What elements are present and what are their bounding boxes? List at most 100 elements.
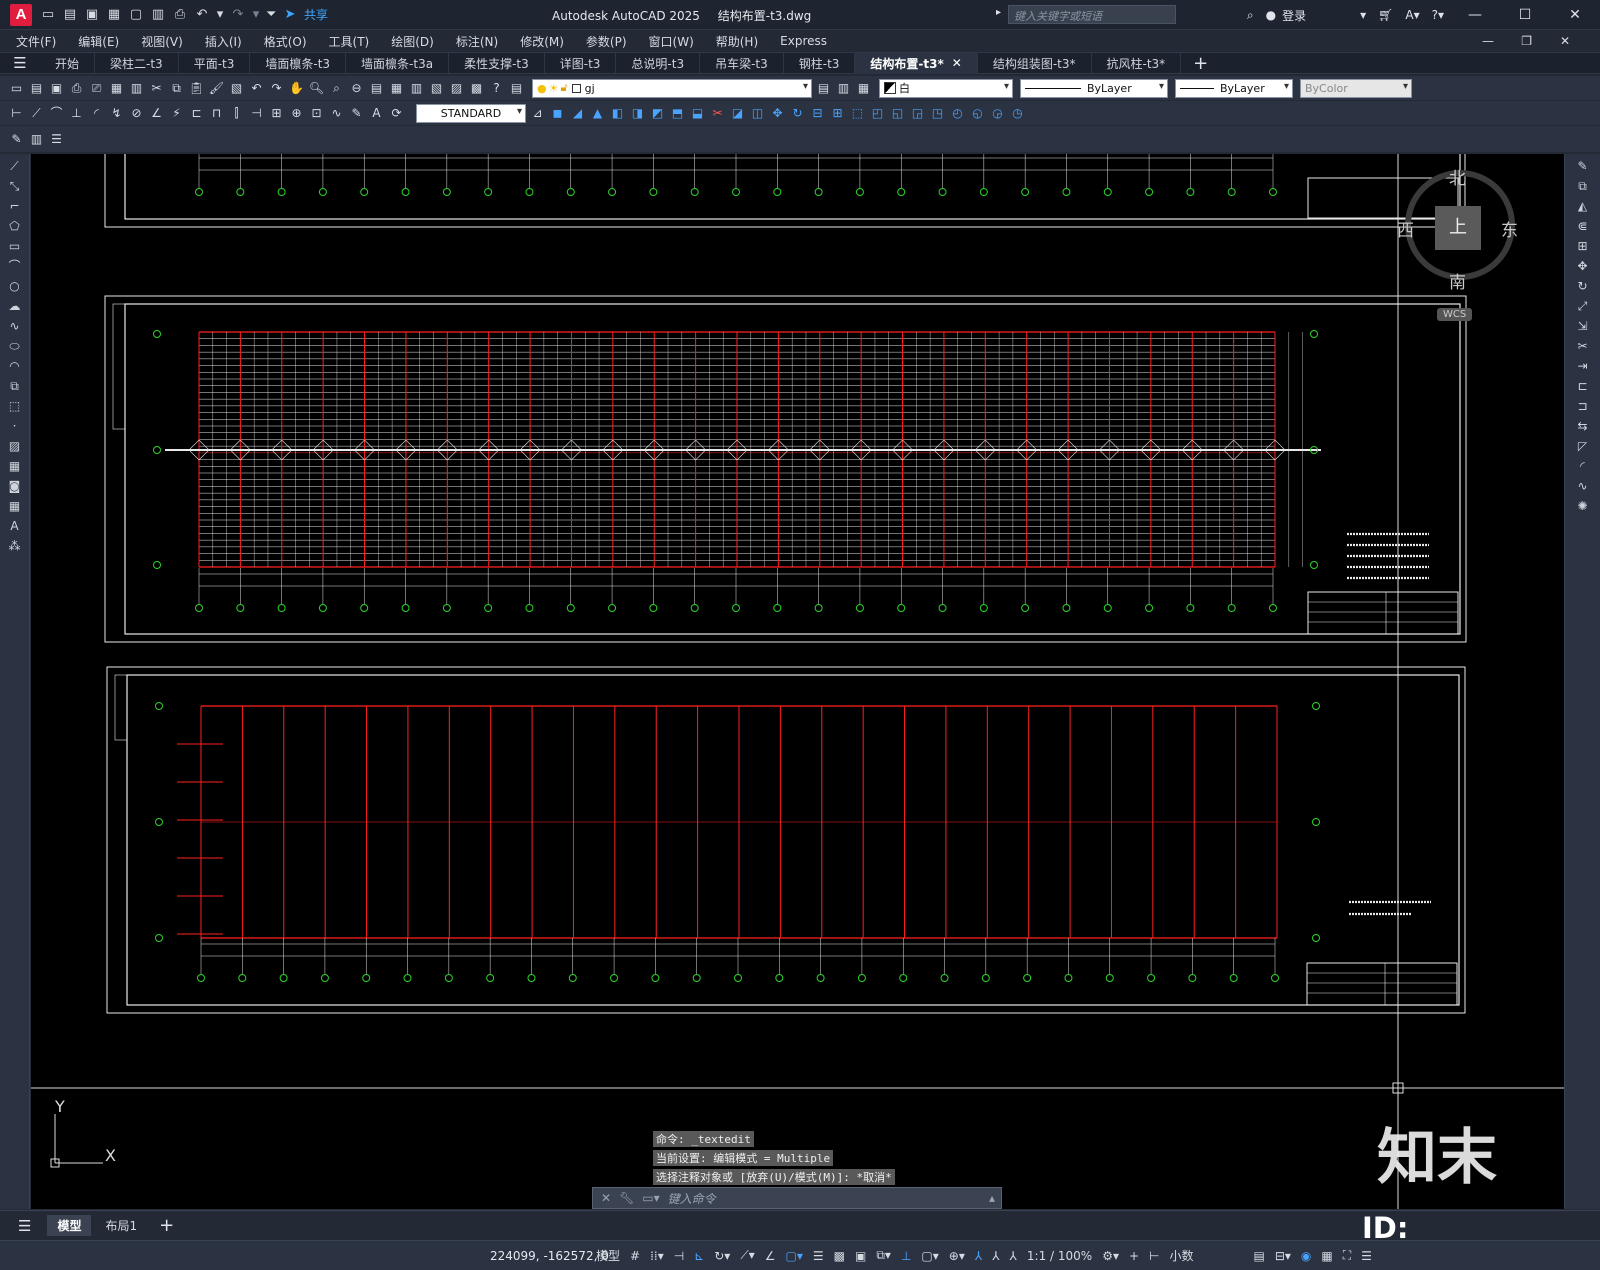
maximize-button[interactable]: ☐ xyxy=(1506,7,1544,23)
separate-icon[interactable]: ◲ xyxy=(909,105,926,122)
cart-icon[interactable]: 🛒︎ xyxy=(1378,8,1393,22)
baseline-dim-icon[interactable]: ⊏ xyxy=(188,105,205,122)
ellipse-icon[interactable]: ⬭ xyxy=(7,338,23,354)
save-as-icon[interactable]: ▦ xyxy=(106,7,122,23)
3d-wedge-icon[interactable]: ◢ xyxy=(569,105,586,122)
layer-previous-icon[interactable]: ▥ xyxy=(835,80,852,97)
3d-box-icon[interactable]: ◼ xyxy=(549,105,566,122)
make-block-icon[interactable]: ⬚ xyxy=(7,398,23,414)
hardware-acceleration-icon[interactable]: ▦ xyxy=(1321,1249,1332,1263)
search-expand-icon[interactable]: ▸ xyxy=(996,7,1001,18)
object-snap-tracking-icon[interactable]: ∠ xyxy=(765,1249,776,1263)
section-icon[interactable]: ◪ xyxy=(729,105,746,122)
clean-screen-icon[interactable]: ⛶ xyxy=(1343,1248,1351,1263)
stretch-icon[interactable]: ⇲ xyxy=(1575,318,1591,334)
menu-help[interactable]: 帮助(H) xyxy=(716,33,758,50)
dynamic-ucs-icon[interactable]: ⊥ xyxy=(901,1249,911,1263)
pan-icon[interactable]: ✋ xyxy=(288,80,305,97)
zoom-window-icon[interactable]: ⌕ xyxy=(328,80,345,97)
trim-icon[interactable]: ✂ xyxy=(1575,338,1591,354)
menu-insert[interactable]: 插入(I) xyxy=(205,33,242,50)
3d-align-icon[interactable]: ⊟ xyxy=(809,105,826,122)
wcs-menu[interactable]: WCS xyxy=(1437,308,1473,321)
selection-filter-icon[interactable]: ▢▾ xyxy=(921,1249,938,1263)
chamfer-icon[interactable]: ◸ xyxy=(1575,438,1591,454)
new-layout-plus-icon[interactable]: + xyxy=(159,1215,174,1236)
units-value[interactable]: 小数 xyxy=(1169,1247,1193,1264)
ortho-icon[interactable]: ⊾ xyxy=(694,1249,704,1263)
linear-dim-icon[interactable]: ⊢ xyxy=(8,105,25,122)
login-link[interactable]: 登录 xyxy=(1282,7,1306,24)
tab-file[interactable]: 钢柱-t3 xyxy=(784,52,856,74)
object-snap-icon[interactable]: ▢▾ xyxy=(786,1249,803,1263)
arc-length-icon[interactable]: ⌒ xyxy=(48,105,65,122)
blend-icon[interactable]: ∿ xyxy=(1575,478,1591,494)
undo-icon[interactable]: ↶ xyxy=(194,7,210,23)
break-at-point-icon[interactable]: ⊏ xyxy=(1575,378,1591,394)
layout-menu-icon[interactable]: ☰ xyxy=(18,1217,31,1235)
design-center-icon[interactable]: ▦ xyxy=(388,80,405,97)
lock-ui-icon[interactable]: ⊟▾ xyxy=(1275,1249,1291,1263)
color-dropdown[interactable]: 白 ▾ xyxy=(879,78,1013,98)
inspection-icon[interactable]: ⊡ xyxy=(308,105,325,122)
menu-parametric[interactable]: 参数(P) xyxy=(586,33,627,50)
layers-icon[interactable]: ☰ xyxy=(48,131,65,148)
zoom-previous-icon[interactable]: ⊖ xyxy=(348,80,365,97)
tab-file-active[interactable]: 结构布置-t3* ✕ xyxy=(855,52,978,74)
menu-file[interactable]: 文件(F) xyxy=(16,33,56,50)
make-current-layer-icon[interactable]: ▤ xyxy=(815,80,832,97)
diameter-dim-icon[interactable]: ⊘ xyxy=(128,105,145,122)
web-mobile-open-icon[interactable]: ▢ xyxy=(128,7,144,23)
isodraft-icon[interactable]: ⟋▾ xyxy=(740,1248,754,1263)
dim-update-icon[interactable]: ⟳ xyxy=(388,105,405,122)
3d-cone-icon[interactable]: ▲ xyxy=(589,105,606,122)
scale-icon[interactable]: ⤢ xyxy=(1575,298,1591,314)
annotation-scale-icon[interactable]: ⅄ xyxy=(1010,1249,1017,1263)
command-customize-icon[interactable]: 🔧︎ xyxy=(619,1191,634,1205)
imprint-icon[interactable]: ◵ xyxy=(969,105,986,122)
presspull-icon[interactable]: ⬚ xyxy=(849,105,866,122)
redo-dropdown-icon[interactable]: ▾ xyxy=(252,7,260,23)
taper-icon[interactable]: ◷ xyxy=(1009,105,1026,122)
menu-modify[interactable]: 修改(M) xyxy=(520,33,564,50)
annotation-monitor-icon[interactable]: + xyxy=(1129,1249,1139,1263)
markup-icon[interactable]: ▨ xyxy=(448,80,465,97)
copy-faces-icon[interactable]: ◶ xyxy=(989,105,1006,122)
tab-file[interactable]: 平面-t3 xyxy=(179,52,251,74)
redo-icon[interactable]: ↷ xyxy=(230,7,246,23)
edit-icon[interactable]: ✎ xyxy=(8,131,25,148)
plot-preview-icon[interactable]: ⎚ xyxy=(88,80,105,97)
tab-file[interactable]: 梁柱二-t3 xyxy=(95,52,179,74)
rotate-icon[interactable]: ↻ xyxy=(1575,278,1591,294)
menu-view[interactable]: 视图(V) xyxy=(141,33,183,50)
3d-move-icon[interactable]: ✥ xyxy=(769,105,786,122)
tab-file[interactable]: 墙面檩条-t3a xyxy=(346,52,450,74)
dim-space-icon[interactable]: ⫿ xyxy=(228,105,245,122)
compass-south[interactable]: 南 xyxy=(1449,268,1466,293)
transparency-icon[interactable]: ▩ xyxy=(834,1249,845,1263)
jogged-linear-icon[interactable]: ∿ xyxy=(328,105,345,122)
menu-draw[interactable]: 绘图(D) xyxy=(391,33,434,50)
doc-minimize-button[interactable]: — xyxy=(1482,34,1494,48)
drawing-canvas[interactable]: Y X 上 北 南 西 东 WCS 知末 xyxy=(31,154,1564,1209)
calculator-icon[interactable]: ▩ xyxy=(468,80,485,97)
menu-edit[interactable]: 编辑(E) xyxy=(78,33,119,50)
union-icon[interactable]: ◧ xyxy=(609,105,626,122)
slice-icon[interactable]: ✂ xyxy=(709,105,726,122)
menu-dimension[interactable]: 标注(N) xyxy=(456,33,498,50)
command-expand-icon[interactable]: ▴ xyxy=(989,1191,995,1205)
tolerance-icon[interactable]: ⊞ xyxy=(268,105,285,122)
workspace-gear-icon[interactable]: ⚙▾ xyxy=(1102,1249,1119,1263)
selection-cycling-icon[interactable]: ▣ xyxy=(855,1249,866,1263)
annotation-scale-value[interactable]: 1:1 / 100% xyxy=(1027,1249,1092,1263)
fillet-icon[interactable]: ◜ xyxy=(1575,458,1591,474)
autodesk-app-icon[interactable]: A▾ xyxy=(1405,8,1419,22)
tab-close-icon[interactable]: ✕ xyxy=(952,56,962,70)
layout-tab-layout1[interactable]: 布局1 xyxy=(95,1215,147,1236)
add-selected-icon[interactable]: ⁂ xyxy=(7,538,23,554)
dim-text-edit-icon[interactable]: A xyxy=(368,105,385,122)
multiline-text-icon[interactable]: A xyxy=(7,518,23,534)
coordinate-readout[interactable]: 224099, -162572, 0 xyxy=(490,1249,609,1263)
intersect-icon[interactable]: ◩ xyxy=(649,105,666,122)
qnew-icon[interactable]: ▭ xyxy=(8,80,25,97)
